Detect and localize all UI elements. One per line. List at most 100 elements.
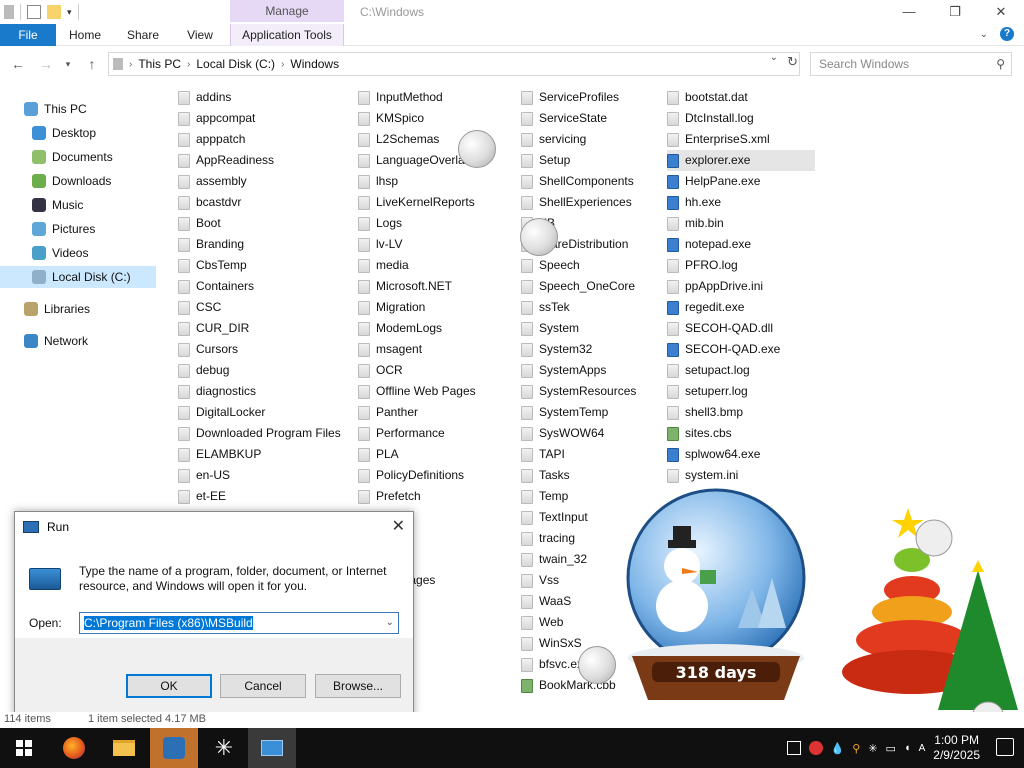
file-item[interactable]: addins [178, 87, 341, 108]
open-combobox[interactable]: C:\Program Files (x86)\MSBuild ⌄ [79, 612, 399, 634]
nav-videos[interactable]: Videos [32, 242, 88, 264]
file-item[interactable]: Prefetch [358, 486, 476, 507]
file-item[interactable]: bcastdvr [178, 192, 341, 213]
file-item[interactable]: ppAppDrive.ini [667, 276, 815, 297]
file-item[interactable]: Boot [178, 213, 341, 234]
file-item[interactable]: ELAMBKUP [178, 444, 341, 465]
file-item[interactable]: Offline Web Pages [358, 381, 476, 402]
file-item[interactable]: Setup [521, 150, 636, 171]
file-item[interactable]: Containers [178, 276, 341, 297]
file-item[interactable]: LiveKernelReports [358, 192, 476, 213]
file-item[interactable]: AppReadiness [178, 150, 341, 171]
start-button[interactable] [0, 728, 48, 768]
file-item[interactable]: SystemApps [521, 360, 636, 381]
file-item[interactable]: Migration [358, 297, 476, 318]
nav-pictures[interactable]: Pictures [32, 218, 95, 240]
tray-drop-icon[interactable]: 💧 [831, 742, 845, 755]
manage-context-tab[interactable]: Manage [230, 0, 344, 22]
file-item[interactable]: Speech_OneCore [521, 276, 636, 297]
file-item[interactable]: TAPI [521, 444, 636, 465]
tab-share[interactable]: Share [118, 24, 168, 46]
file-item[interactable]: assembly [178, 171, 341, 192]
file-item[interactable]: SECOH-QAD.dll [667, 318, 815, 339]
nav-documents[interactable]: Documents [32, 146, 113, 168]
file-item[interactable]: notepad.exe [667, 234, 815, 255]
tray-search-icon[interactable]: ⚲ [852, 742, 860, 755]
tab-view[interactable]: View [176, 24, 224, 46]
file-item[interactable]: ShellExperiences [521, 192, 636, 213]
file-item[interactable]: servicing [521, 129, 636, 150]
file-item[interactable]: Microsoft.NET [358, 276, 476, 297]
file-item[interactable]: SystemResources [521, 381, 636, 402]
file-item[interactable]: ServiceProfiles [521, 87, 636, 108]
file-item[interactable]: PLA [358, 444, 476, 465]
breadcrumb-this-pc[interactable]: This PC [138, 57, 181, 71]
file-item[interactable]: ServiceState [521, 108, 636, 129]
file-item[interactable]: Panther [358, 402, 476, 423]
file-item[interactable]: DigitalLocker [178, 402, 341, 423]
new-folder-icon[interactable] [47, 5, 61, 19]
back-arrow-icon[interactable]: ← [8, 54, 28, 74]
taskbar-snowflake-app[interactable]: ✳ [200, 728, 248, 768]
file-item[interactable]: Cursors [178, 339, 341, 360]
tray-security-icon[interactable] [808, 741, 823, 755]
tray-volume-icon[interactable]: ◖ [904, 742, 911, 754]
properties-icon[interactable] [27, 5, 41, 19]
file-item[interactable]: Performance [358, 423, 476, 444]
cancel-button[interactable]: Cancel [220, 674, 306, 698]
file-item[interactable]: ModemLogs [358, 318, 476, 339]
file-item[interactable]: lhsp [358, 171, 476, 192]
taskbar-run[interactable] [248, 728, 296, 768]
maximize-button[interactable]: ❐ [932, 0, 978, 24]
nav-network[interactable]: Network [24, 330, 88, 352]
file-item[interactable]: media [358, 255, 476, 276]
file-item[interactable]: SECOH-QAD.exe [667, 339, 815, 360]
breadcrumb-local-disk[interactable]: Local Disk (C:) [196, 57, 275, 71]
file-item[interactable]: ssTek [521, 297, 636, 318]
file-item[interactable]: sites.cbs [667, 423, 815, 444]
nav-music[interactable]: Music [32, 194, 83, 216]
file-item[interactable]: hh.exe [667, 192, 815, 213]
file-item[interactable]: KMSpico [358, 108, 476, 129]
tab-file[interactable]: File [0, 24, 56, 46]
file-item[interactable]: CSC [178, 297, 341, 318]
file-item[interactable]: lv-LV [358, 234, 476, 255]
close-button[interactable]: ✕ [978, 0, 1024, 24]
search-input[interactable]: Search Windows ⚲ [810, 52, 1012, 76]
file-item[interactable]: explorer.exe [667, 150, 815, 171]
file-item[interactable]: InputMethod [358, 87, 476, 108]
file-item[interactable]: ShellComponents [521, 171, 636, 192]
file-item[interactable]: SysWOW64 [521, 423, 636, 444]
file-item[interactable]: SystemTemp [521, 402, 636, 423]
tray-language-icon[interactable]: A [919, 743, 926, 754]
breadcrumb-windows[interactable]: Windows [290, 57, 339, 71]
file-item[interactable]: setupact.log [667, 360, 815, 381]
file-item[interactable]: apppatch [178, 129, 341, 150]
refresh-icon[interactable]: ↻ [787, 54, 798, 70]
file-item[interactable]: setuperr.log [667, 381, 815, 402]
recent-locations-icon[interactable]: ▾ [58, 54, 78, 74]
file-item[interactable]: PFRO.log [667, 255, 815, 276]
close-icon[interactable]: ✕ [392, 516, 405, 536]
file-item[interactable]: PolicyDefinitions [358, 465, 476, 486]
nav-downloads[interactable]: Downloads [32, 170, 111, 192]
nav-this-pc[interactable]: This PC [24, 98, 87, 120]
expand-ribbon-icon[interactable]: ⌄ [980, 29, 988, 40]
file-item[interactable]: System [521, 318, 636, 339]
open-input-value[interactable]: C:\Program Files (x86)\MSBuild [84, 616, 253, 630]
file-item[interactable]: Speech [521, 255, 636, 276]
file-item[interactable]: CUR_DIR [178, 318, 341, 339]
file-item[interactable]: mib.bin [667, 213, 815, 234]
file-item[interactable]: regedit.exe [667, 297, 815, 318]
help-icon[interactable]: ? [1000, 27, 1014, 41]
file-item[interactable]: System32 [521, 339, 636, 360]
chevron-down-icon[interactable]: ⌄ [386, 613, 394, 633]
taskbar-app[interactable] [150, 728, 198, 768]
notification-icon[interactable] [996, 738, 1014, 756]
tray-snowflake-icon[interactable]: ✳ [868, 742, 877, 755]
tray-app-icon[interactable] [786, 741, 801, 755]
file-item[interactable]: EnterpriseS.xml [667, 129, 815, 150]
nav-local-disk[interactable]: Local Disk (C:) [0, 266, 156, 288]
minimize-button[interactable]: — [886, 0, 932, 24]
file-item[interactable]: CbsTemp [178, 255, 341, 276]
